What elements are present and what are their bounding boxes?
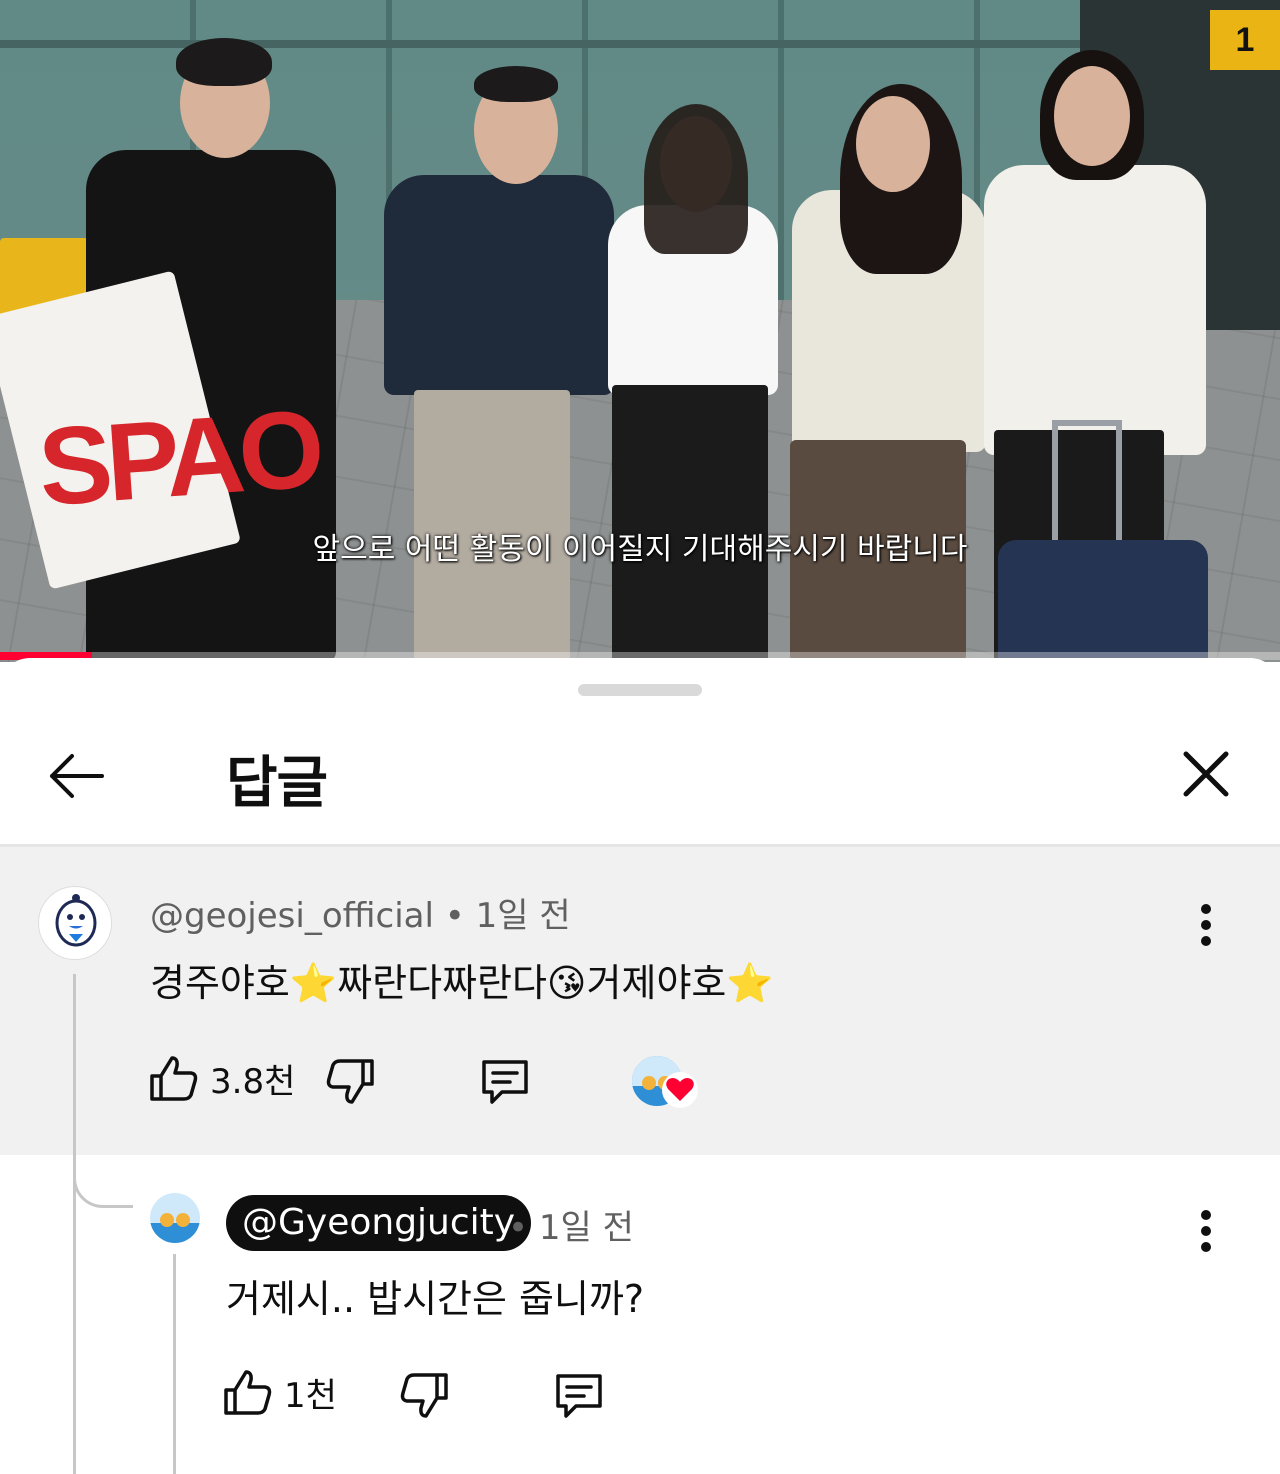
video-player[interactable]: 1 SPAO 앞으로 어떤 활동이 이어질지 기대해주시기 바랍니다: [0, 0, 1280, 662]
more-vert-icon: [1201, 904, 1211, 914]
person-1-hair: [176, 38, 272, 86]
meta-separator: •: [433, 896, 476, 936]
more-vert-dot: [1201, 1242, 1211, 1252]
heart-icon: [662, 1072, 698, 1108]
parent-comment-handle[interactable]: @geojesi_official: [150, 896, 434, 936]
person-2: [384, 175, 614, 395]
back-button[interactable]: [44, 744, 108, 808]
thumbs-down-icon: [326, 1059, 374, 1104]
back-arrow-icon: [50, 754, 104, 798]
reply-reply-button[interactable]: [552, 1370, 606, 1422]
more-vert-dot: [1201, 936, 1211, 946]
close-button[interactable]: [1176, 744, 1236, 804]
reply-dislike-button[interactable]: [398, 1370, 450, 1422]
more-vert-icon: [1201, 1210, 1211, 1220]
more-vert-dot: [1201, 920, 1211, 930]
parent-dislike-button[interactable]: [324, 1056, 376, 1108]
reply-avatar[interactable]: [150, 1193, 200, 1243]
mascot-avatar-icon: [55, 894, 97, 947]
parent-comment-text: 경주야호⭐짜란다짜란다😘거제야호⭐: [150, 961, 774, 1005]
replies-sheet: 답글 @geojesi_official • 1일 전 경주야호⭐짜란다짜란다😘…: [0, 658, 1280, 1474]
person-3-hair: [644, 104, 748, 254]
parent-more-button[interactable]: [1186, 898, 1226, 958]
parent-comment-avatar[interactable]: [38, 886, 112, 960]
parent-like-count: 3.8천: [210, 1061, 296, 1102]
reply-like-button[interactable]: 1천: [222, 1366, 337, 1418]
reply-age: 1일 전: [538, 1208, 634, 1248]
meta-separator: •: [508, 1208, 539, 1248]
more-vert-dot: [1201, 1226, 1211, 1236]
reply-handle-pill[interactable]: @Gyeongjucity: [226, 1195, 532, 1251]
gate-sign: 1: [1210, 10, 1280, 70]
thumbs-up-icon: [150, 1056, 198, 1101]
thread-branch-curve: [73, 1164, 133, 1208]
person-5: [984, 165, 1206, 455]
reply-meta: • 1일 전: [508, 1200, 634, 1249]
sheet-header: 답글: [0, 718, 1280, 844]
thread-connector-parent: [73, 974, 76, 1474]
thumbs-down-icon: [400, 1373, 448, 1418]
person-2-hair: [474, 66, 558, 102]
parent-like-button[interactable]: 3.8천: [148, 1052, 295, 1104]
reply-text: 거제시.. 밥시간은 줍니까?: [226, 1277, 645, 1321]
reply-more-button[interactable]: [1186, 1204, 1226, 1264]
video-subtitle: 앞으로 어떤 활동이 이어질지 기대해주시기 바랍니다: [312, 532, 968, 567]
parent-reply-button[interactable]: [478, 1056, 532, 1108]
city-logo-icon: [150, 1193, 200, 1243]
sheet-title: 답글: [226, 751, 328, 816]
parent-comment-meta: @geojesi_official • 1일 전: [150, 888, 571, 937]
reply-icon: [482, 1060, 528, 1104]
sheet-drag-handle[interactable]: [578, 684, 702, 696]
thumbs-up-icon: [224, 1370, 272, 1415]
reply-icon: [556, 1374, 602, 1418]
person-5-head: [1054, 66, 1130, 166]
person-4-head: [856, 96, 930, 192]
close-icon: [1183, 751, 1229, 797]
thread-connector-reply: [173, 1254, 176, 1474]
bag-logo: SPAO: [34, 387, 323, 530]
parent-comment-age: 1일 전: [475, 896, 571, 936]
reply-like-count: 1천: [284, 1375, 337, 1416]
